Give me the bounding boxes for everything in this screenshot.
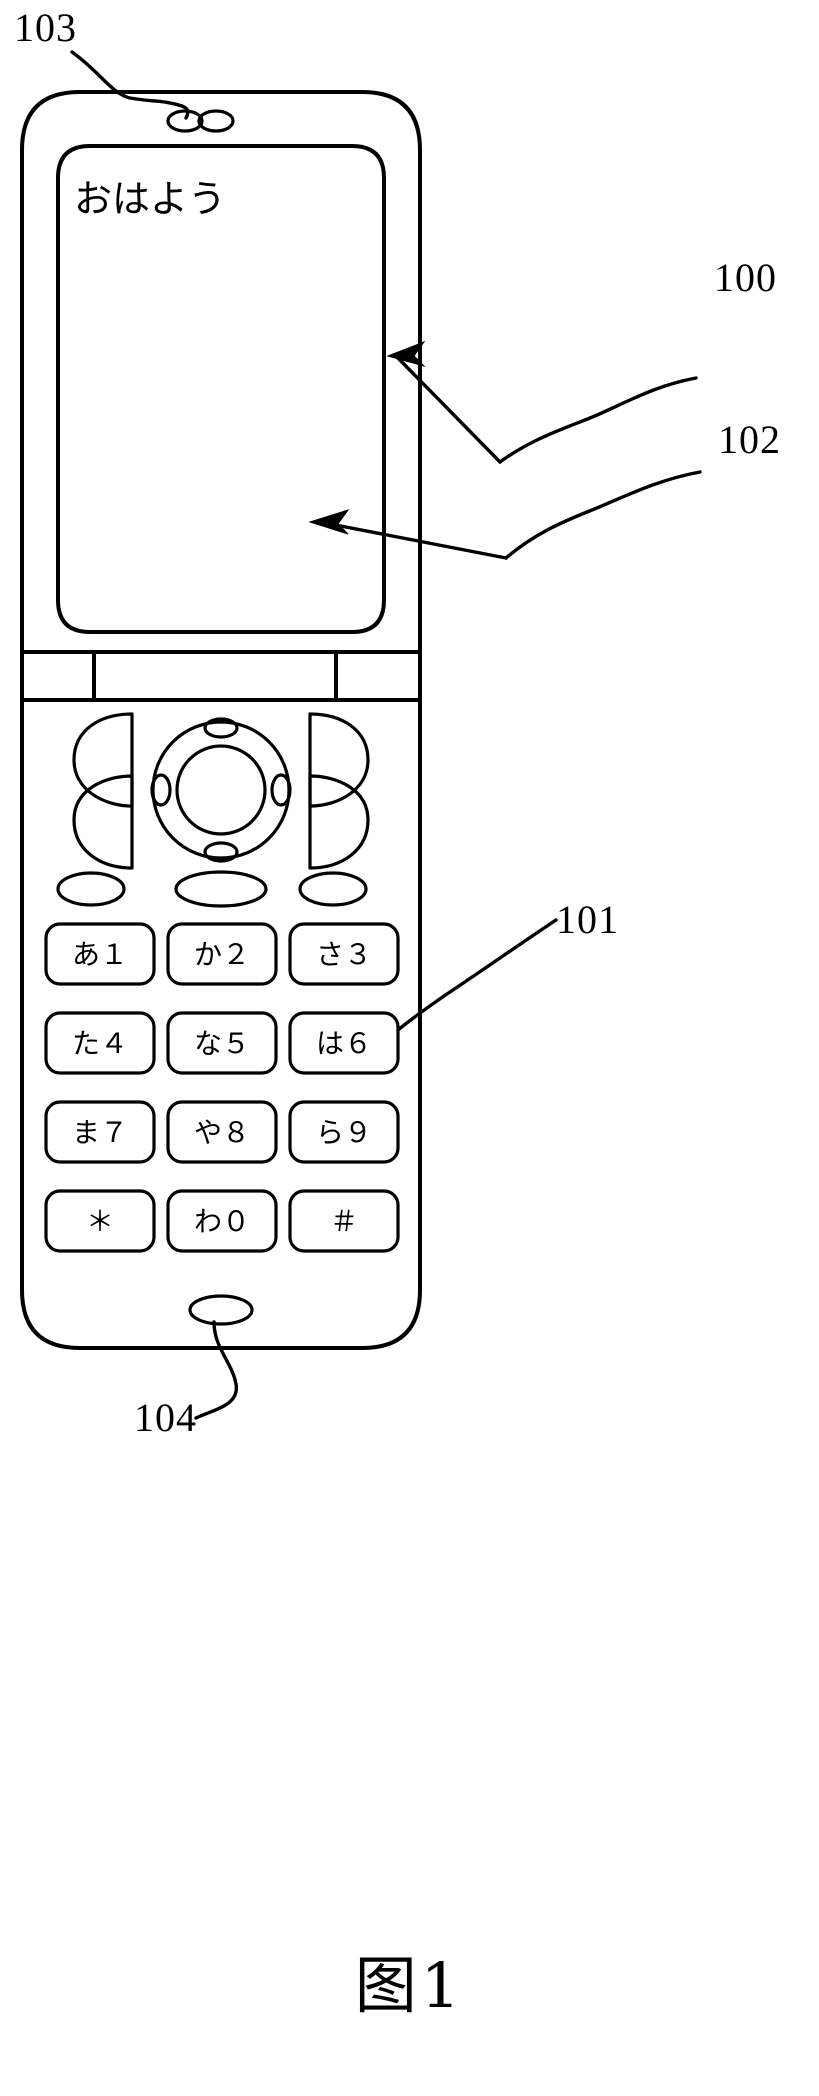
dpad-right-indicator[interactable] [270,773,292,807]
leader-line-104 [194,1320,238,1420]
keypad-label-asterisk[interactable]: ＊ [46,1208,154,1236]
keypad-label-ya8[interactable]: や８ [168,1119,276,1147]
reference-numeral-103: 103 [14,5,77,50]
dpad-center-button[interactable] [175,744,267,836]
keypad-label-wa0[interactable]: わ０ [168,1208,276,1236]
speaker-hole-left [166,109,204,133]
leader-line-102-tail [318,520,508,560]
display-message-text: おはよう [74,177,227,221]
keypad-label-sa3[interactable]: さ３ [290,941,398,969]
keypad-label-ra9[interactable]: ら９ [290,1119,398,1147]
reference-numeral-104: 104 [134,1395,197,1440]
soft-key-left[interactable] [56,871,126,907]
keypad-label-a1[interactable]: あ１ [46,941,154,969]
keypad-label-ma7[interactable]: ま７ [46,1119,154,1147]
microphone [188,1294,254,1326]
shoulder-key-right-upper [308,712,370,808]
reference-numeral-102: 102 [718,417,781,462]
soft-key-right[interactable] [298,871,368,907]
keypad-label-na5[interactable]: な５ [168,1030,276,1058]
shoulder-key-right-lower [308,774,370,870]
reference-numeral-100: 100 [714,255,777,300]
keypad-label-ha6[interactable]: は６ [290,1030,398,1058]
dpad-outer-ring[interactable] [151,720,291,860]
leader-line-102 [504,470,702,560]
figure-caption: 图1 [354,1949,465,2022]
keypad-label-hash[interactable]: ＃ [290,1208,398,1236]
leader-line-100-tail [394,354,502,464]
leader-line-100 [498,376,698,464]
speaker-hole-right [197,109,235,133]
reference-numeral-101: 101 [556,897,619,942]
leader-arrow-102 [308,509,350,535]
keypad-label-ka2[interactable]: か２ [168,941,276,969]
leader-line-103 [70,50,190,120]
patent-figure-1: おはよう 103 100 102 101 104 あ１ か２ さ３ た４ な５ … [0,0,819,2096]
keypad-label-ta4[interactable]: た４ [46,1030,154,1058]
dpad-left-indicator[interactable] [150,773,172,807]
shoulder-key-left-upper [72,712,134,808]
soft-key-center[interactable] [174,870,268,908]
shoulder-key-left-lower [72,774,134,870]
